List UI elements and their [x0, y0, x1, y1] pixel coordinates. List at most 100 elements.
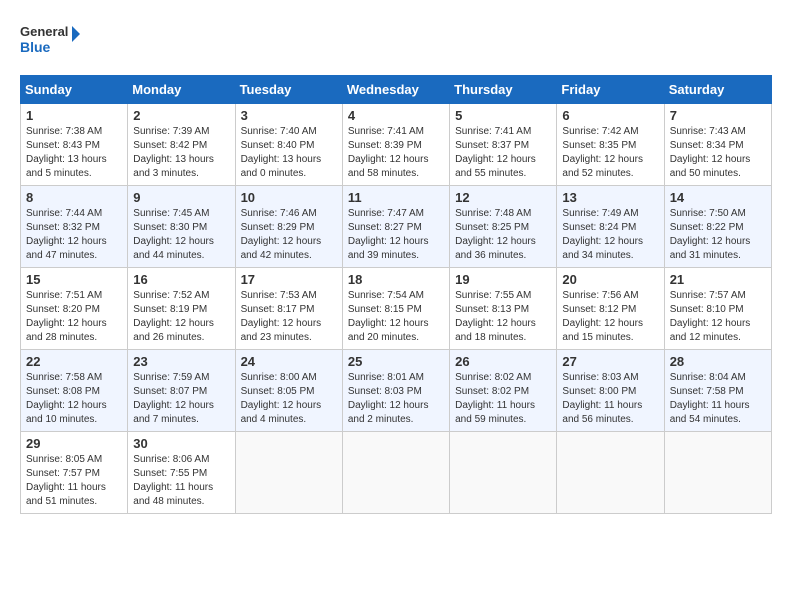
cell-info: Sunrise: 7:59 AM Sunset: 8:07 PM Dayligh… [133, 371, 229, 427]
calendar-cell: 19 Sunrise: 7:55 AM Sunset: 8:13 PM Dayl… [450, 268, 557, 350]
sunset-text: Sunset: 8:10 PM [670, 303, 766, 317]
daylight-text: Daylight: 11 hours and 59 minutes. [455, 399, 551, 427]
sunrise-text: Sunrise: 7:44 AM [26, 207, 122, 221]
sunrise-text: Sunrise: 7:42 AM [562, 125, 658, 139]
day-number: 30 [133, 436, 229, 451]
sunrise-text: Sunrise: 7:46 AM [241, 207, 337, 221]
cell-info: Sunrise: 8:04 AM Sunset: 7:58 PM Dayligh… [670, 371, 766, 427]
calendar-cell: 14 Sunrise: 7:50 AM Sunset: 8:22 PM Dayl… [664, 186, 771, 268]
day-number: 23 [133, 354, 229, 369]
daylight-text: Daylight: 12 hours and 44 minutes. [133, 235, 229, 263]
calendar-cell: 30 Sunrise: 8:06 AM Sunset: 7:55 PM Dayl… [128, 432, 235, 514]
calendar-cell: 22 Sunrise: 7:58 AM Sunset: 8:08 PM Dayl… [21, 350, 128, 432]
sunrise-text: Sunrise: 7:50 AM [670, 207, 766, 221]
calendar-cell: 17 Sunrise: 7:53 AM Sunset: 8:17 PM Dayl… [235, 268, 342, 350]
logo: General Blue [20, 20, 80, 60]
cell-info: Sunrise: 7:42 AM Sunset: 8:35 PM Dayligh… [562, 125, 658, 181]
sunrise-text: Sunrise: 8:05 AM [26, 453, 122, 467]
calendar-cell: 12 Sunrise: 7:48 AM Sunset: 8:25 PM Dayl… [450, 186, 557, 268]
day-header-saturday: Saturday [664, 76, 771, 104]
daylight-text: Daylight: 12 hours and 31 minutes. [670, 235, 766, 263]
daylight-text: Daylight: 12 hours and 50 minutes. [670, 153, 766, 181]
cell-info: Sunrise: 7:41 AM Sunset: 8:39 PM Dayligh… [348, 125, 444, 181]
day-number: 7 [670, 108, 766, 123]
sunrise-text: Sunrise: 7:51 AM [26, 289, 122, 303]
daylight-text: Daylight: 12 hours and 26 minutes. [133, 317, 229, 345]
daylight-text: Daylight: 12 hours and 47 minutes. [26, 235, 122, 263]
sunset-text: Sunset: 8:43 PM [26, 139, 122, 153]
sunset-text: Sunset: 8:19 PM [133, 303, 229, 317]
sunset-text: Sunset: 7:55 PM [133, 467, 229, 481]
cell-info: Sunrise: 8:01 AM Sunset: 8:03 PM Dayligh… [348, 371, 444, 427]
sunrise-text: Sunrise: 7:41 AM [455, 125, 551, 139]
day-number: 9 [133, 190, 229, 205]
week-row: 15 Sunrise: 7:51 AM Sunset: 8:20 PM Dayl… [21, 268, 772, 350]
cell-info: Sunrise: 7:49 AM Sunset: 8:24 PM Dayligh… [562, 207, 658, 263]
cell-info: Sunrise: 8:05 AM Sunset: 7:57 PM Dayligh… [26, 453, 122, 509]
calendar-cell: 5 Sunrise: 7:41 AM Sunset: 8:37 PM Dayli… [450, 104, 557, 186]
page-header: General Blue [20, 20, 772, 60]
day-header-wednesday: Wednesday [342, 76, 449, 104]
sunrise-text: Sunrise: 7:39 AM [133, 125, 229, 139]
sunrise-text: Sunrise: 7:38 AM [26, 125, 122, 139]
calendar-cell [557, 432, 664, 514]
cell-info: Sunrise: 8:02 AM Sunset: 8:02 PM Dayligh… [455, 371, 551, 427]
sunrise-text: Sunrise: 7:43 AM [670, 125, 766, 139]
cell-info: Sunrise: 7:45 AM Sunset: 8:30 PM Dayligh… [133, 207, 229, 263]
sunrise-text: Sunrise: 7:49 AM [562, 207, 658, 221]
day-header-sunday: Sunday [21, 76, 128, 104]
cell-info: Sunrise: 7:38 AM Sunset: 8:43 PM Dayligh… [26, 125, 122, 181]
day-number: 24 [241, 354, 337, 369]
sunset-text: Sunset: 8:42 PM [133, 139, 229, 153]
sunrise-text: Sunrise: 7:55 AM [455, 289, 551, 303]
sunrise-text: Sunrise: 8:03 AM [562, 371, 658, 385]
sunrise-text: Sunrise: 8:01 AM [348, 371, 444, 385]
sunset-text: Sunset: 8:20 PM [26, 303, 122, 317]
week-row: 29 Sunrise: 8:05 AM Sunset: 7:57 PM Dayl… [21, 432, 772, 514]
day-number: 21 [670, 272, 766, 287]
day-number: 26 [455, 354, 551, 369]
daylight-text: Daylight: 12 hours and 4 minutes. [241, 399, 337, 427]
daylight-text: Daylight: 13 hours and 3 minutes. [133, 153, 229, 181]
cell-info: Sunrise: 7:46 AM Sunset: 8:29 PM Dayligh… [241, 207, 337, 263]
cell-info: Sunrise: 7:52 AM Sunset: 8:19 PM Dayligh… [133, 289, 229, 345]
day-number: 29 [26, 436, 122, 451]
cell-info: Sunrise: 7:51 AM Sunset: 8:20 PM Dayligh… [26, 289, 122, 345]
daylight-text: Daylight: 12 hours and 10 minutes. [26, 399, 122, 427]
day-header-monday: Monday [128, 76, 235, 104]
calendar-cell: 8 Sunrise: 7:44 AM Sunset: 8:32 PM Dayli… [21, 186, 128, 268]
sunset-text: Sunset: 8:12 PM [562, 303, 658, 317]
calendar-cell: 9 Sunrise: 7:45 AM Sunset: 8:30 PM Dayli… [128, 186, 235, 268]
day-number: 12 [455, 190, 551, 205]
daylight-text: Daylight: 12 hours and 42 minutes. [241, 235, 337, 263]
calendar-cell: 4 Sunrise: 7:41 AM Sunset: 8:39 PM Dayli… [342, 104, 449, 186]
sunset-text: Sunset: 8:25 PM [455, 221, 551, 235]
cell-info: Sunrise: 7:48 AM Sunset: 8:25 PM Dayligh… [455, 207, 551, 263]
cell-info: Sunrise: 7:54 AM Sunset: 8:15 PM Dayligh… [348, 289, 444, 345]
logo-svg: General Blue [20, 20, 80, 60]
sunrise-text: Sunrise: 7:59 AM [133, 371, 229, 385]
day-number: 5 [455, 108, 551, 123]
sunset-text: Sunset: 8:32 PM [26, 221, 122, 235]
sunset-text: Sunset: 8:27 PM [348, 221, 444, 235]
day-number: 10 [241, 190, 337, 205]
calendar-cell: 1 Sunrise: 7:38 AM Sunset: 8:43 PM Dayli… [21, 104, 128, 186]
sunrise-text: Sunrise: 7:41 AM [348, 125, 444, 139]
cell-info: Sunrise: 7:53 AM Sunset: 8:17 PM Dayligh… [241, 289, 337, 345]
cell-info: Sunrise: 7:44 AM Sunset: 8:32 PM Dayligh… [26, 207, 122, 263]
daylight-text: Daylight: 12 hours and 12 minutes. [670, 317, 766, 345]
daylight-text: Daylight: 12 hours and 20 minutes. [348, 317, 444, 345]
daylight-text: Daylight: 12 hours and 28 minutes. [26, 317, 122, 345]
calendar-cell: 6 Sunrise: 7:42 AM Sunset: 8:35 PM Dayli… [557, 104, 664, 186]
sunset-text: Sunset: 7:57 PM [26, 467, 122, 481]
day-number: 14 [670, 190, 766, 205]
sunset-text: Sunset: 8:17 PM [241, 303, 337, 317]
day-header-friday: Friday [557, 76, 664, 104]
daylight-text: Daylight: 12 hours and 7 minutes. [133, 399, 229, 427]
calendar-cell: 26 Sunrise: 8:02 AM Sunset: 8:02 PM Dayl… [450, 350, 557, 432]
sunset-text: Sunset: 8:35 PM [562, 139, 658, 153]
sunset-text: Sunset: 8:34 PM [670, 139, 766, 153]
sunrise-text: Sunrise: 7:45 AM [133, 207, 229, 221]
cell-info: Sunrise: 7:39 AM Sunset: 8:42 PM Dayligh… [133, 125, 229, 181]
cell-info: Sunrise: 7:50 AM Sunset: 8:22 PM Dayligh… [670, 207, 766, 263]
